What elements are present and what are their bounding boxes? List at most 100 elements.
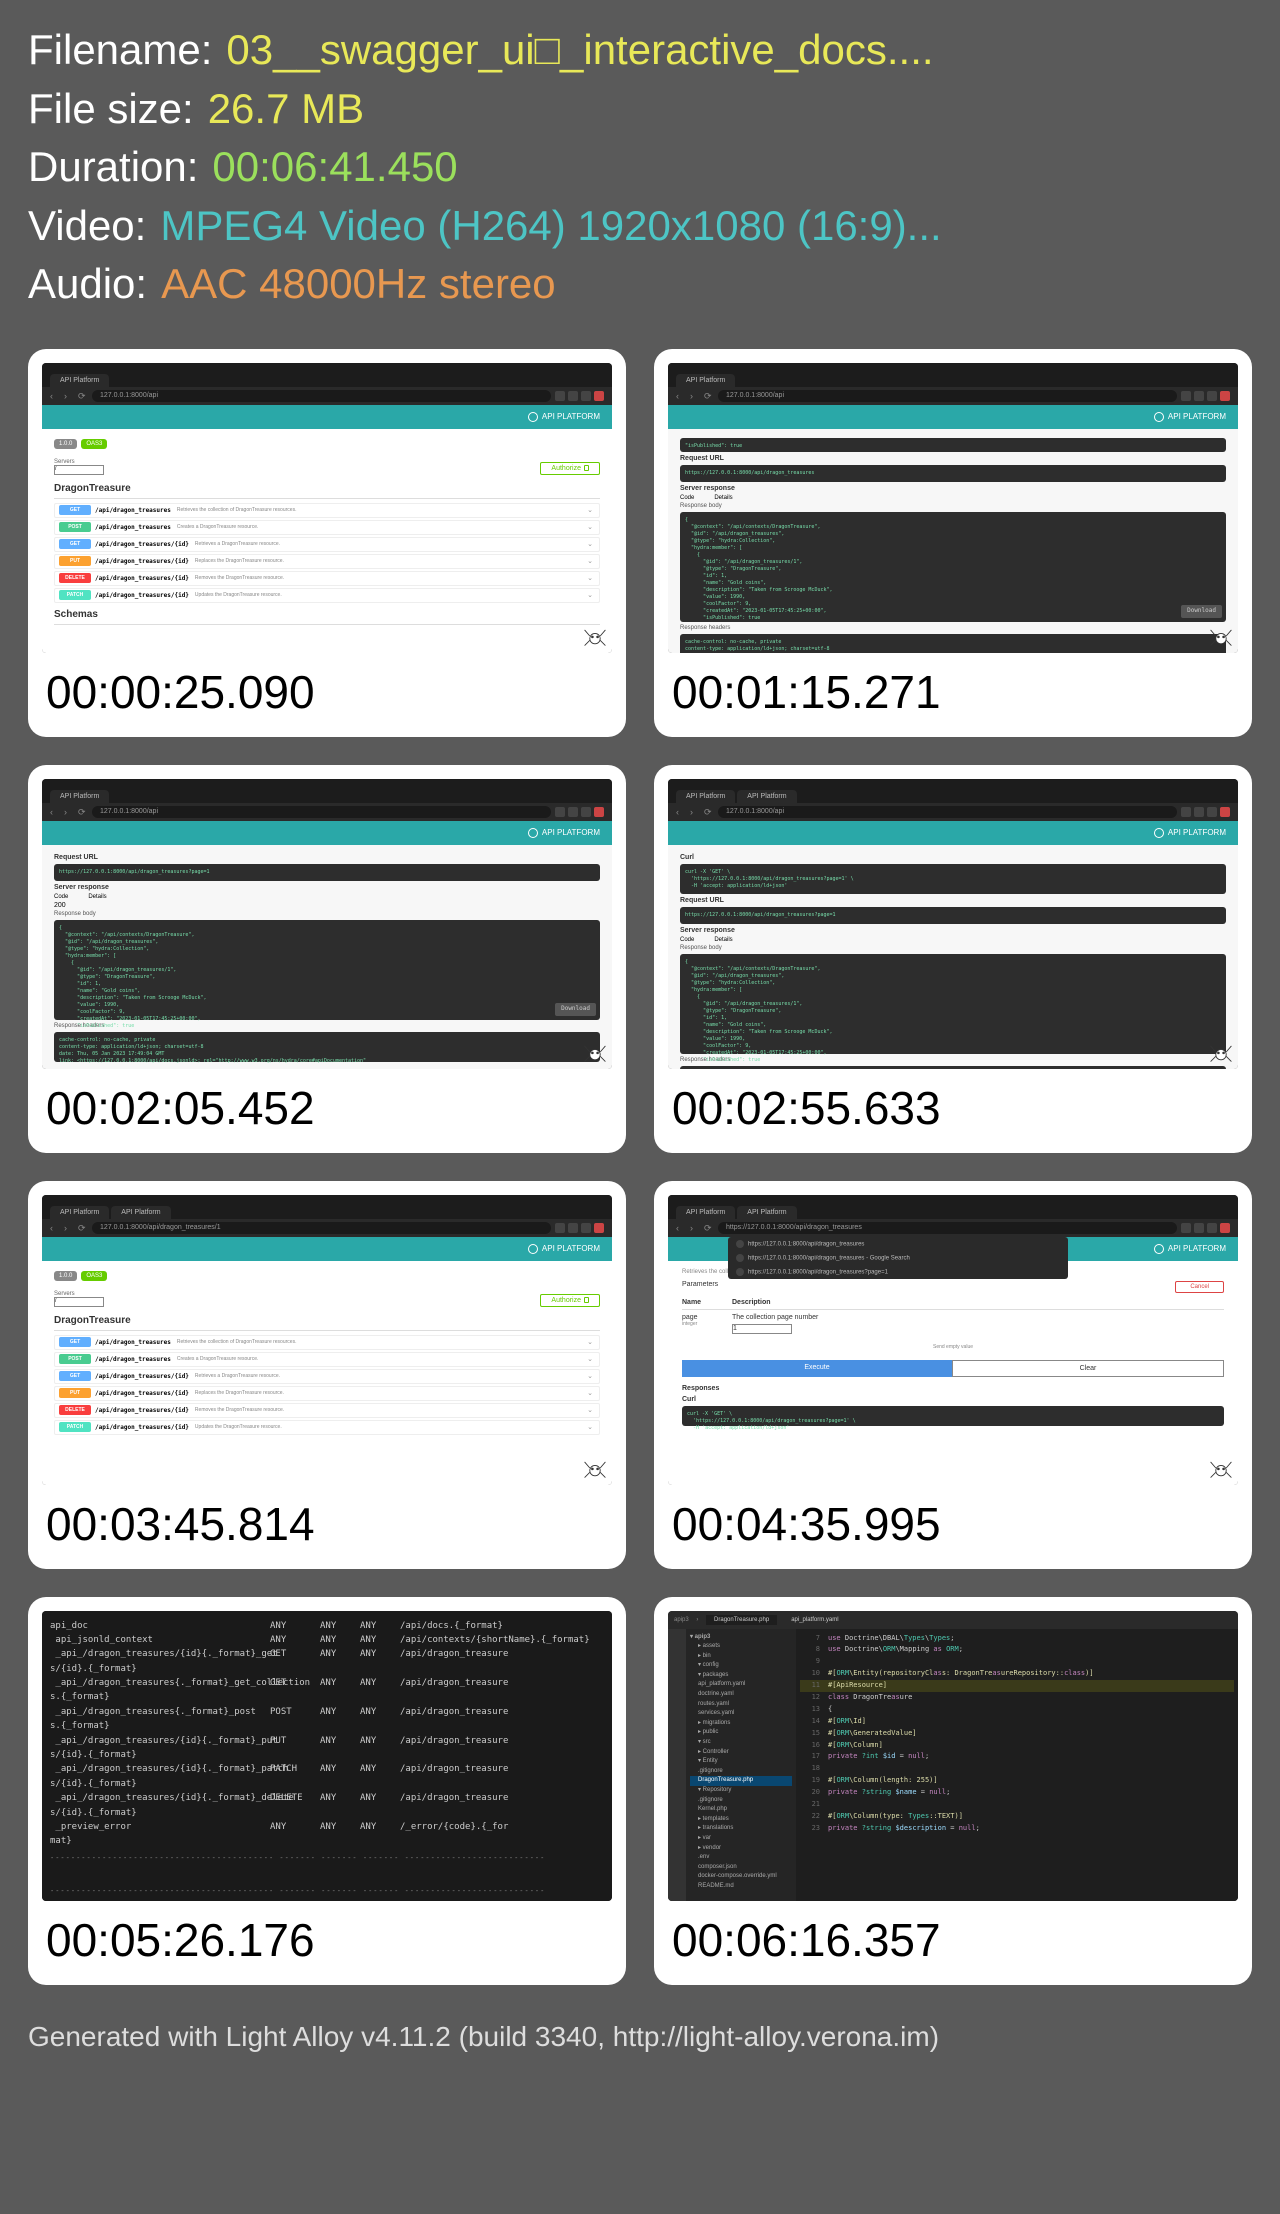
response-body: { "@context": "/api/contexts/DragonTreas… xyxy=(680,512,1226,622)
oas-badge: OAS3 xyxy=(81,439,107,449)
endpoint-row[interactable]: PATCH/api/dragon_treasures/{id}Updates t… xyxy=(54,588,600,603)
endpoint-row[interactable]: GET/api/dragon_treasuresRetrieves the co… xyxy=(54,503,600,518)
tree-item[interactable]: ▸ templates xyxy=(690,1815,792,1825)
tree-item[interactable]: ▸ vendor xyxy=(690,1844,792,1854)
tree-item[interactable]: ▸ Controller xyxy=(690,1748,792,1758)
tree-item[interactable]: ▸ var xyxy=(690,1834,792,1844)
url-bar[interactable]: 127.0.0.1:8000/api xyxy=(92,806,551,818)
download-button[interactable]: Download xyxy=(1181,605,1222,617)
suggestion-item[interactable]: https://127.0.0.1:8000/api/dragon_treasu… xyxy=(728,1265,1068,1279)
thumbnail-8[interactable]: apip3 › DragonTreasure.php api_platform.… xyxy=(654,1597,1252,1985)
thumbnail-2[interactable]: API Platform ‹›⟳127.0.0.1:8000/api API P… xyxy=(654,349,1252,737)
tree-item[interactable]: DragonTreasure.php xyxy=(690,1776,792,1786)
timestamp: 00:05:26.176 xyxy=(42,1901,612,1971)
nav-reload-icon[interactable]: ⟳ xyxy=(78,391,88,401)
tree-item[interactable]: .gitignore xyxy=(690,1796,792,1806)
ext-icon[interactable] xyxy=(555,391,565,401)
browser-tab[interactable]: API Platform xyxy=(676,374,735,387)
thumbnail-3[interactable]: API Platform ‹›⟳127.0.0.1:8000/api API P… xyxy=(28,765,626,1153)
url-block: https://127.0.0.1:8000/api/dragon_treasu… xyxy=(54,864,600,881)
file-tree[interactable]: ▾ apip3▸ assets▸ bin▾ config ▾ packages … xyxy=(686,1629,796,1901)
tree-item[interactable]: .gitignore xyxy=(690,1767,792,1777)
thumbnail-6[interactable]: API PlatformAPI Platform ‹›⟳https://127.… xyxy=(654,1181,1252,1569)
tree-item[interactable]: ▸ translations xyxy=(690,1824,792,1834)
endpoint-row[interactable]: GET/api/dragon_treasuresRetrieves the co… xyxy=(54,1335,600,1350)
clear-button[interactable]: Clear xyxy=(952,1360,1224,1377)
tree-item[interactable]: .env xyxy=(690,1853,792,1863)
ext-icon[interactable] xyxy=(581,391,591,401)
editor-tab[interactable]: DragonTreasure.php xyxy=(706,1615,777,1625)
tree-item[interactable]: ▸ bin xyxy=(690,1652,792,1662)
suggestion-item[interactable]: https://127.0.0.1:8000/api/dragon_treasu… xyxy=(728,1237,1068,1251)
http-method-badge: GET xyxy=(59,505,91,515)
download-button[interactable]: Download xyxy=(555,1003,596,1015)
tree-item[interactable]: ▾ Repository xyxy=(690,1786,792,1796)
tree-item[interactable]: README.md xyxy=(690,1882,792,1892)
tree-item[interactable]: ▾ packages xyxy=(690,1671,792,1681)
tree-item[interactable]: services.yaml xyxy=(690,1709,792,1719)
servers-select[interactable]: / xyxy=(54,465,104,475)
endpoint-path: /api/dragon_treasures xyxy=(95,524,171,531)
endpoint-row[interactable]: DELETE/api/dragon_treasures/{id}Removes … xyxy=(54,1403,600,1418)
nav-back-icon[interactable]: ‹ xyxy=(50,391,60,401)
endpoint-desc: Retrieves a DragonTreasure resource. xyxy=(195,541,280,547)
section-title[interactable]: DragonTreasure xyxy=(54,1311,600,1331)
nav-fwd-icon[interactable]: › xyxy=(64,391,74,401)
url-suggestions[interactable]: https://127.0.0.1:8000/api/dragon_treasu… xyxy=(728,1237,1068,1279)
schemas-title[interactable]: Schemas xyxy=(54,605,600,625)
endpoint-row[interactable]: PATCH/api/dragon_treasures/{id}Updates t… xyxy=(54,1420,600,1435)
endpoint-row[interactable]: GET/api/dragon_treasures/{id}Retrieves a… xyxy=(54,1369,600,1384)
code-editor[interactable]: 7use Doctrine\DBAL\Types\Types;8use Doct… xyxy=(796,1629,1238,1901)
editor-tab[interactable]: api_platform.yaml xyxy=(783,1615,846,1625)
empty-hint: Send empty value xyxy=(682,1344,1224,1350)
endpoint-row[interactable]: GET/api/dragon_treasures/{id}Retrieves a… xyxy=(54,537,600,552)
ext-icon[interactable] xyxy=(594,391,604,401)
tree-item[interactable]: ▾ config xyxy=(690,1661,792,1671)
endpoint-row[interactable]: PUT/api/dragon_treasures/{id}Replaces th… xyxy=(54,554,600,569)
suggestion-item[interactable]: https://127.0.0.1:8000/api/dragon_treasu… xyxy=(728,1251,1068,1265)
endpoint-row[interactable]: DELETE/api/dragon_treasures/{id}Removes … xyxy=(54,571,600,586)
thumbnail-7[interactable]: api_docANYANYANY/api/docs.{_format} api_… xyxy=(28,1597,626,1985)
responses-label: Responses xyxy=(682,1385,1224,1392)
tree-item[interactable]: ▸ public xyxy=(690,1728,792,1738)
url-block: https://127.0.0.1:8000/api/dragon_treasu… xyxy=(680,465,1226,482)
tree-item[interactable]: doctrine.yaml xyxy=(690,1690,792,1700)
browser-tab[interactable]: API Platform xyxy=(50,374,109,387)
terminal[interactable]: api_docANYANYANY/api/docs.{_format} api_… xyxy=(42,1611,612,1901)
tree-item[interactable]: docker-compose.override.yml xyxy=(690,1872,792,1882)
tree-item[interactable]: routes.yaml xyxy=(690,1700,792,1710)
http-method-badge: GET xyxy=(59,1337,91,1347)
endpoint-row[interactable]: POST/api/dragon_treasuresCreates a Drago… xyxy=(54,1352,600,1367)
tree-item[interactable]: Kernel.php xyxy=(690,1805,792,1815)
endpoint-row[interactable]: PUT/api/dragon_treasures/{id}Replaces th… xyxy=(54,1386,600,1401)
endpoint-row[interactable]: POST/api/dragon_treasuresCreates a Drago… xyxy=(54,520,600,535)
url-bar[interactable]: https://127.0.0.1:8000/api/dragon_treasu… xyxy=(718,1222,1177,1234)
section-title[interactable]: DragonTreasure xyxy=(54,479,600,499)
tree-item[interactable]: api_platform.yaml xyxy=(690,1680,792,1690)
tree-item[interactable]: ▾ Entity xyxy=(690,1757,792,1767)
tree-item[interactable]: ▸ assets xyxy=(690,1642,792,1652)
thumbnail-5[interactable]: API PlatformAPI Platform ‹›⟳127.0.0.1:80… xyxy=(28,1181,626,1569)
tree-item[interactable]: ▾ src xyxy=(690,1738,792,1748)
tree-item[interactable]: composer.json xyxy=(690,1863,792,1873)
tree-item[interactable]: ▸ migrations xyxy=(690,1719,792,1729)
url-bar[interactable]: 127.0.0.1:8000/api xyxy=(718,390,1177,402)
spider-mascot-icon xyxy=(582,1455,608,1481)
url-bar[interactable]: 127.0.0.1:8000/api/dragon_treasures/1 xyxy=(92,1222,551,1234)
servers-select[interactable]: / xyxy=(54,1297,104,1307)
execute-button[interactable]: Execute xyxy=(682,1360,952,1377)
page-input[interactable]: 1 xyxy=(732,1324,792,1334)
authorize-button[interactable]: Authorize xyxy=(540,462,600,475)
url-bar[interactable]: 127.0.0.1:8000/api xyxy=(92,390,551,402)
thumbnail-4[interactable]: API PlatformAPI Platform ‹›⟳127.0.0.1:80… xyxy=(654,765,1252,1153)
url-bar[interactable]: 127.0.0.1:8000/api xyxy=(718,806,1177,818)
thumbnail-1[interactable]: API Platform ‹›⟳127.0.0.1:8000/api API P… xyxy=(28,349,626,737)
http-method-badge: DELETE xyxy=(59,573,91,583)
authorize-button[interactable]: Authorize xyxy=(540,1294,600,1307)
ext-icon[interactable] xyxy=(568,391,578,401)
browser-tab[interactable]: API Platform xyxy=(50,790,109,803)
http-method-badge: PATCH xyxy=(59,590,91,600)
cancel-button[interactable]: Cancel xyxy=(1175,1281,1224,1293)
http-method-badge: POST xyxy=(59,522,91,532)
chevron-down-icon: ⌄ xyxy=(587,540,593,548)
